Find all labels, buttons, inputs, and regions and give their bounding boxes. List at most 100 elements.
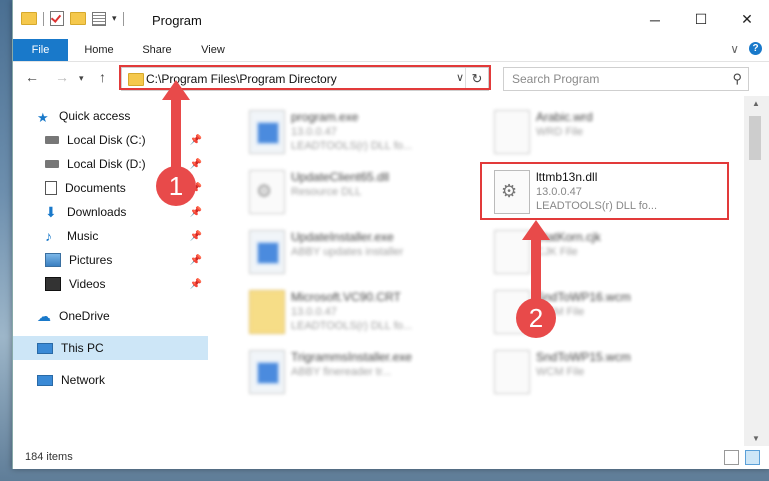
search-input[interactable] [504, 68, 724, 90]
sidebar-item-label: Local Disk (D:) [67, 157, 146, 171]
file-name: UpdateInstaller.exe [291, 230, 394, 244]
file-name: TrigrammsInstaller.exe [291, 350, 412, 364]
item-count: 184 items [25, 451, 73, 463]
sidebar-item-label: Videos [69, 277, 106, 291]
sidebar-item-label: Network [61, 373, 106, 387]
drive-icon [45, 136, 59, 144]
file-name: UpdateClient65.dll [291, 170, 390, 184]
file-version: 13.0.0.47 [291, 306, 337, 318]
file-version: 13.0.0.47 [291, 126, 337, 138]
file-item-statkorn-cjk[interactable]: StatKorn.cjk CJK File [474, 222, 694, 276]
close-button[interactable]: ✕ [724, 0, 769, 39]
videos-icon [45, 277, 61, 291]
pin-icon[interactable]: 📌 [190, 207, 202, 218]
properties-icon[interactable] [92, 11, 106, 26]
file-name: Arabic.wrd [536, 110, 593, 124]
dll-gear-icon [249, 170, 285, 214]
back-arrow-icon[interactable]: ← [25, 69, 39, 85]
sidebar-item-network[interactable]: Network [13, 368, 208, 392]
computer-icon [37, 342, 53, 354]
sidebar-item-label: OneDrive [59, 309, 110, 323]
help-icon[interactable]: ? [749, 42, 762, 55]
file-description: LEADTOOLS(r) DLL fo... [291, 320, 413, 332]
pin-icon[interactable]: 📌 [190, 255, 202, 266]
sidebar-item-label: Pictures [69, 253, 113, 267]
sidebar-item-videos[interactable]: Videos 📌 [13, 272, 208, 296]
file-item-sndtowp16-wcm[interactable]: SndToWP16.wcm WCM File [474, 282, 694, 336]
star-icon: ★ [37, 110, 49, 125]
documents-icon [45, 181, 57, 195]
file-item-updateclient65-dll[interactable]: UpdateClient65.dll Resource DLL [229, 162, 449, 216]
ribbon-expand-icon[interactable]: ∨ [730, 42, 739, 56]
ribbon: File Home Share View ∨ ? [13, 39, 769, 62]
file-description: ABBY finereader tr... [291, 366, 392, 378]
document-icon [494, 110, 530, 154]
sidebar-item-onedrive[interactable]: ☁ OneDrive [13, 304, 208, 328]
sidebar-item-pictures[interactable]: Pictures 📌 [13, 248, 208, 272]
properties-check-icon[interactable] [50, 11, 64, 26]
pin-icon[interactable]: 📌 [190, 231, 202, 242]
document-icon [494, 350, 530, 394]
tab-home[interactable]: Home [71, 39, 127, 61]
pin-icon[interactable]: 📌 [190, 279, 202, 290]
pictures-icon [45, 253, 61, 267]
highlight-box-dll [480, 162, 729, 220]
maximize-button[interactable]: ☐ [678, 0, 724, 39]
drive-icon [45, 160, 59, 168]
search-icon[interactable]: ⚲ [732, 71, 742, 87]
recent-locations-icon[interactable]: ▾ [79, 73, 84, 84]
divider [122, 11, 124, 26]
up-arrow-icon[interactable]: ↑ [99, 69, 106, 85]
file-item-trigrammsinstaller-exe[interactable]: TrigrammsInstaller.exe ABBY finereader t… [229, 342, 449, 396]
details-view-icon[interactable] [724, 450, 739, 465]
search-box[interactable]: ⚲ [503, 67, 749, 91]
file-item-program-exe[interactable]: program.exe 13.0.0.47 LEADTOOLS(r) DLL f… [229, 102, 449, 156]
application-icon [249, 350, 285, 394]
annotation-arrow-1-head [162, 80, 190, 100]
sidebar-item-label: Local Disk (C:) [67, 133, 146, 147]
application-icon [249, 230, 285, 274]
sidebar-item-this-pc[interactable]: This PC [13, 336, 208, 360]
minimize-button[interactable]: ─ [632, 0, 678, 39]
sidebar-item-label: This PC [61, 341, 104, 355]
tab-file[interactable]: File [13, 39, 68, 61]
customize-dropdown-icon[interactable]: ▾ [112, 13, 117, 24]
cloud-icon: ☁ [37, 308, 51, 324]
file-name: SndToWP16.wcm [536, 290, 631, 304]
pin-icon[interactable]: 📌 [190, 159, 202, 170]
file-type: CJK File [536, 246, 578, 258]
ribbon-controls: ∨ ? [730, 42, 762, 56]
window-title: Program [152, 13, 202, 28]
navigation-bar: ← → ▾ ↑ C:\Program Files\Program Directo… [13, 62, 769, 94]
pin-icon[interactable]: 📌 [190, 135, 202, 146]
file-name: Microsoft.VC90.CRT [291, 290, 401, 304]
file-description: LEADTOOLS(r) DLL fo... [291, 140, 413, 152]
tiles-view-icon[interactable] [745, 450, 760, 465]
file-name: SndToWP15.wcm [536, 350, 631, 364]
new-folder-icon[interactable] [70, 12, 86, 25]
file-list: program.exe 13.0.0.47 LEADTOOLS(r) DLL f… [209, 96, 744, 446]
folder-icon [21, 12, 37, 25]
forward-arrow-icon[interactable]: → [55, 69, 69, 85]
scroll-thumb[interactable] [749, 116, 761, 160]
file-type: Resource DLL [291, 186, 362, 198]
tab-share[interactable]: Share [129, 39, 185, 61]
sidebar-item-label: Quick access [59, 109, 131, 123]
tab-view[interactable]: View [187, 39, 239, 61]
quick-access-toolbar: ▾ [21, 11, 124, 26]
sidebar-item-label: Music [67, 229, 99, 243]
scroll-up-icon[interactable]: ▲ [752, 99, 760, 108]
sidebar-item-music[interactable]: ♪ Music 📌 [13, 224, 208, 248]
folder-icon [249, 290, 285, 334]
file-item-sndtowp15-wcm[interactable]: SndToWP15.wcm WCM File [474, 342, 694, 396]
file-item-updateinstaller-exe[interactable]: UpdateInstaller.exe ABBY updates install… [229, 222, 449, 276]
file-item-microsoft-vc90-crt[interactable]: Microsoft.VC90.CRT 13.0.0.47 LEADTOOLS(r… [229, 282, 449, 336]
file-item-arabic-wrd[interactable]: Arabic.wrd WRD File [474, 102, 694, 156]
divider [43, 11, 44, 26]
application-icon [249, 110, 285, 154]
view-toggle [724, 450, 760, 465]
scroll-down-icon[interactable]: ▼ [752, 434, 760, 443]
annotation-arrow-2-head [522, 220, 550, 240]
vertical-scrollbar[interactable]: ▲ ▼ [744, 96, 769, 446]
file-name: program.exe [291, 110, 359, 124]
